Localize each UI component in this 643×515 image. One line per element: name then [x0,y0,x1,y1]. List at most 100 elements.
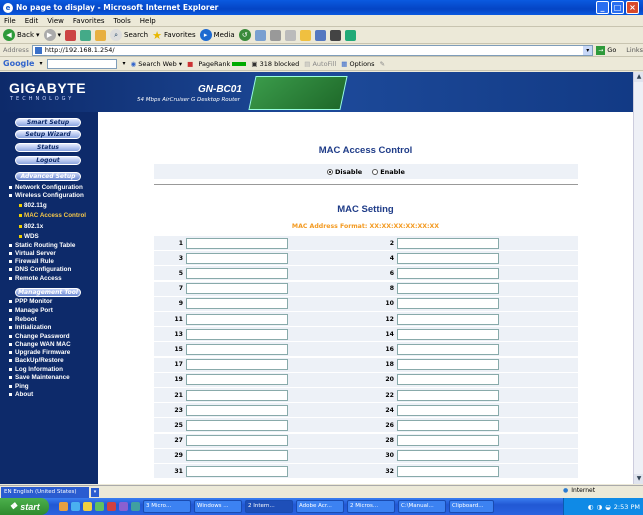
mac-address-input[interactable] [186,374,288,386]
minimize-button[interactable]: _ [596,1,609,14]
mac-address-input[interactable] [397,419,499,431]
smart-setup-button[interactable]: Smart Setup [15,118,81,127]
nav-wds[interactable]: WDS [19,233,39,240]
quicklaunch-icon-6[interactable] [119,502,128,511]
google-menu-icon[interactable]: ▾ [39,60,42,67]
nav-802-1x[interactable]: 802.1x [19,223,43,230]
options-button[interactable]: ▦ Options [341,60,374,68]
forward-button[interactable]: ▶ ▾ [43,29,61,41]
mac-address-input[interactable] [186,435,288,447]
taskbar-item-micro[interactable]: 3 Micro... [143,500,191,513]
mac-address-input[interactable] [397,313,499,325]
tray-icon-2[interactable]: ◑ [596,503,602,511]
maximize-button[interactable]: □ [611,1,624,14]
start-button[interactable]: ❖ start [0,498,49,515]
quicklaunch-icon-2[interactable] [71,502,80,511]
google-logo[interactable]: Google [3,59,34,68]
nav-reboot[interactable]: Reboot [9,316,37,323]
nav-upgrade-firmware[interactable]: Upgrade Firmware [9,349,70,356]
favorites-button[interactable]: ★ Favorites [152,29,196,42]
nav-wireless-configuration[interactable]: Wireless Configuration [9,192,84,199]
refresh-icon[interactable] [80,29,92,41]
menu-edit[interactable]: Edit [25,17,39,25]
toolbar-extra-icon[interactable] [344,29,356,41]
mac-address-input[interactable] [397,343,499,355]
go-button[interactable]: → Go [596,45,616,55]
mac-address-input[interactable] [397,435,499,447]
scroll-down-icon[interactable]: ▼ [634,474,643,484]
quicklaunch-icon-4[interactable] [95,502,104,511]
nav-initialization[interactable]: Initialization [9,324,51,331]
clock[interactable]: 2:53 PM [614,503,640,511]
messenger-icon[interactable] [314,29,326,41]
search-button[interactable]: ⌕ Search [110,29,148,41]
menu-help[interactable]: Help [140,17,156,25]
print-icon[interactable] [269,29,281,41]
quicklaunch-icon-7[interactable] [131,502,140,511]
close-button[interactable]: × [626,1,639,14]
scroll-up-icon[interactable]: ▲ [634,72,643,82]
menu-favorites[interactable]: Favorites [73,17,105,25]
address-dropdown-icon[interactable]: ▾ [583,45,593,55]
mac-address-input[interactable] [397,252,499,264]
autofill-button[interactable]: ▤ AutoFill [304,60,336,68]
menu-tools[interactable]: Tools [114,17,131,25]
nav-ping[interactable]: Ping [9,383,29,390]
nav-network-configuration[interactable]: Network Configuration [9,184,83,191]
nav-about[interactable]: About [9,391,33,398]
mac-address-input[interactable] [186,404,288,416]
tray-icon-3[interactable]: ◒ [605,503,611,511]
mac-address-input[interactable] [186,465,288,477]
nav-remote-access[interactable]: Remote Access [9,275,62,282]
media-button[interactable]: ▸ Media [199,29,235,41]
google-search-dropdown-icon[interactable]: ▾ [122,60,125,67]
back-button[interactable]: ◀ Back ▾ [3,29,40,41]
search-web-button[interactable]: ◉ Search Web ▾ [130,60,182,68]
status-button[interactable]: Status [15,143,81,152]
mac-address-input[interactable] [397,328,499,340]
mac-address-input[interactable] [186,419,288,431]
mac-address-input[interactable] [397,404,499,416]
taskbar-item-windows[interactable]: Windows ... [194,500,242,513]
logout-button[interactable]: Logout [15,156,81,165]
mac-address-input[interactable] [186,389,288,401]
nav-802-11g[interactable]: 802.11g [19,202,47,209]
enable-radio[interactable] [372,168,379,175]
pencil-icon[interactable]: ✎ [380,60,385,68]
menu-file[interactable]: File [4,17,16,25]
folder-icon[interactable] [299,29,311,41]
nav-save-maintenance[interactable]: Save Maintenance [9,374,70,381]
nav-dns-configuration[interactable]: DNS Configuration [9,266,71,273]
taskbar-item-internet[interactable]: 2 Intern... [245,500,293,513]
taskbar-item-clipboard[interactable]: Clipboard... [449,500,494,513]
home-icon[interactable] [95,29,107,41]
mac-address-input[interactable] [397,298,499,310]
mac-address-input[interactable] [397,267,499,279]
mac-address-input[interactable] [397,374,499,386]
mac-address-input[interactable] [186,237,288,249]
mac-address-input[interactable] [397,389,499,401]
mac-address-input[interactable] [397,465,499,477]
mac-address-input[interactable] [186,450,288,462]
mac-address-input[interactable] [186,343,288,355]
stop-icon[interactable] [65,29,77,41]
language-options-icon[interactable]: ▾ [91,487,99,497]
mac-address-input[interactable] [186,283,288,295]
nav-log-information[interactable]: Log Information [9,366,63,373]
menu-view[interactable]: View [47,17,64,25]
nav-static-routing-table[interactable]: Static Routing Table [9,242,75,249]
nav-manage-port[interactable]: Manage Port [9,307,53,314]
mac-address-input[interactable] [397,283,499,295]
research-icon[interactable] [329,29,341,41]
mac-address-input[interactable] [186,267,288,279]
news-icon[interactable]: ■ [187,60,193,68]
tray-icon-1[interactable]: ◐ [588,503,594,511]
edit-icon[interactable] [284,29,296,41]
address-input[interactable]: http://192.168.1.254/ ▾ [31,44,594,56]
mac-address-input[interactable] [186,313,288,325]
nav-firewall-rule[interactable]: Firewall Rule [9,258,54,265]
popup-blocker[interactable]: ▣ 318 blocked [251,60,299,68]
disable-radio[interactable] [327,168,334,175]
mac-address-input[interactable] [186,359,288,371]
quicklaunch-icon-1[interactable] [59,502,68,511]
